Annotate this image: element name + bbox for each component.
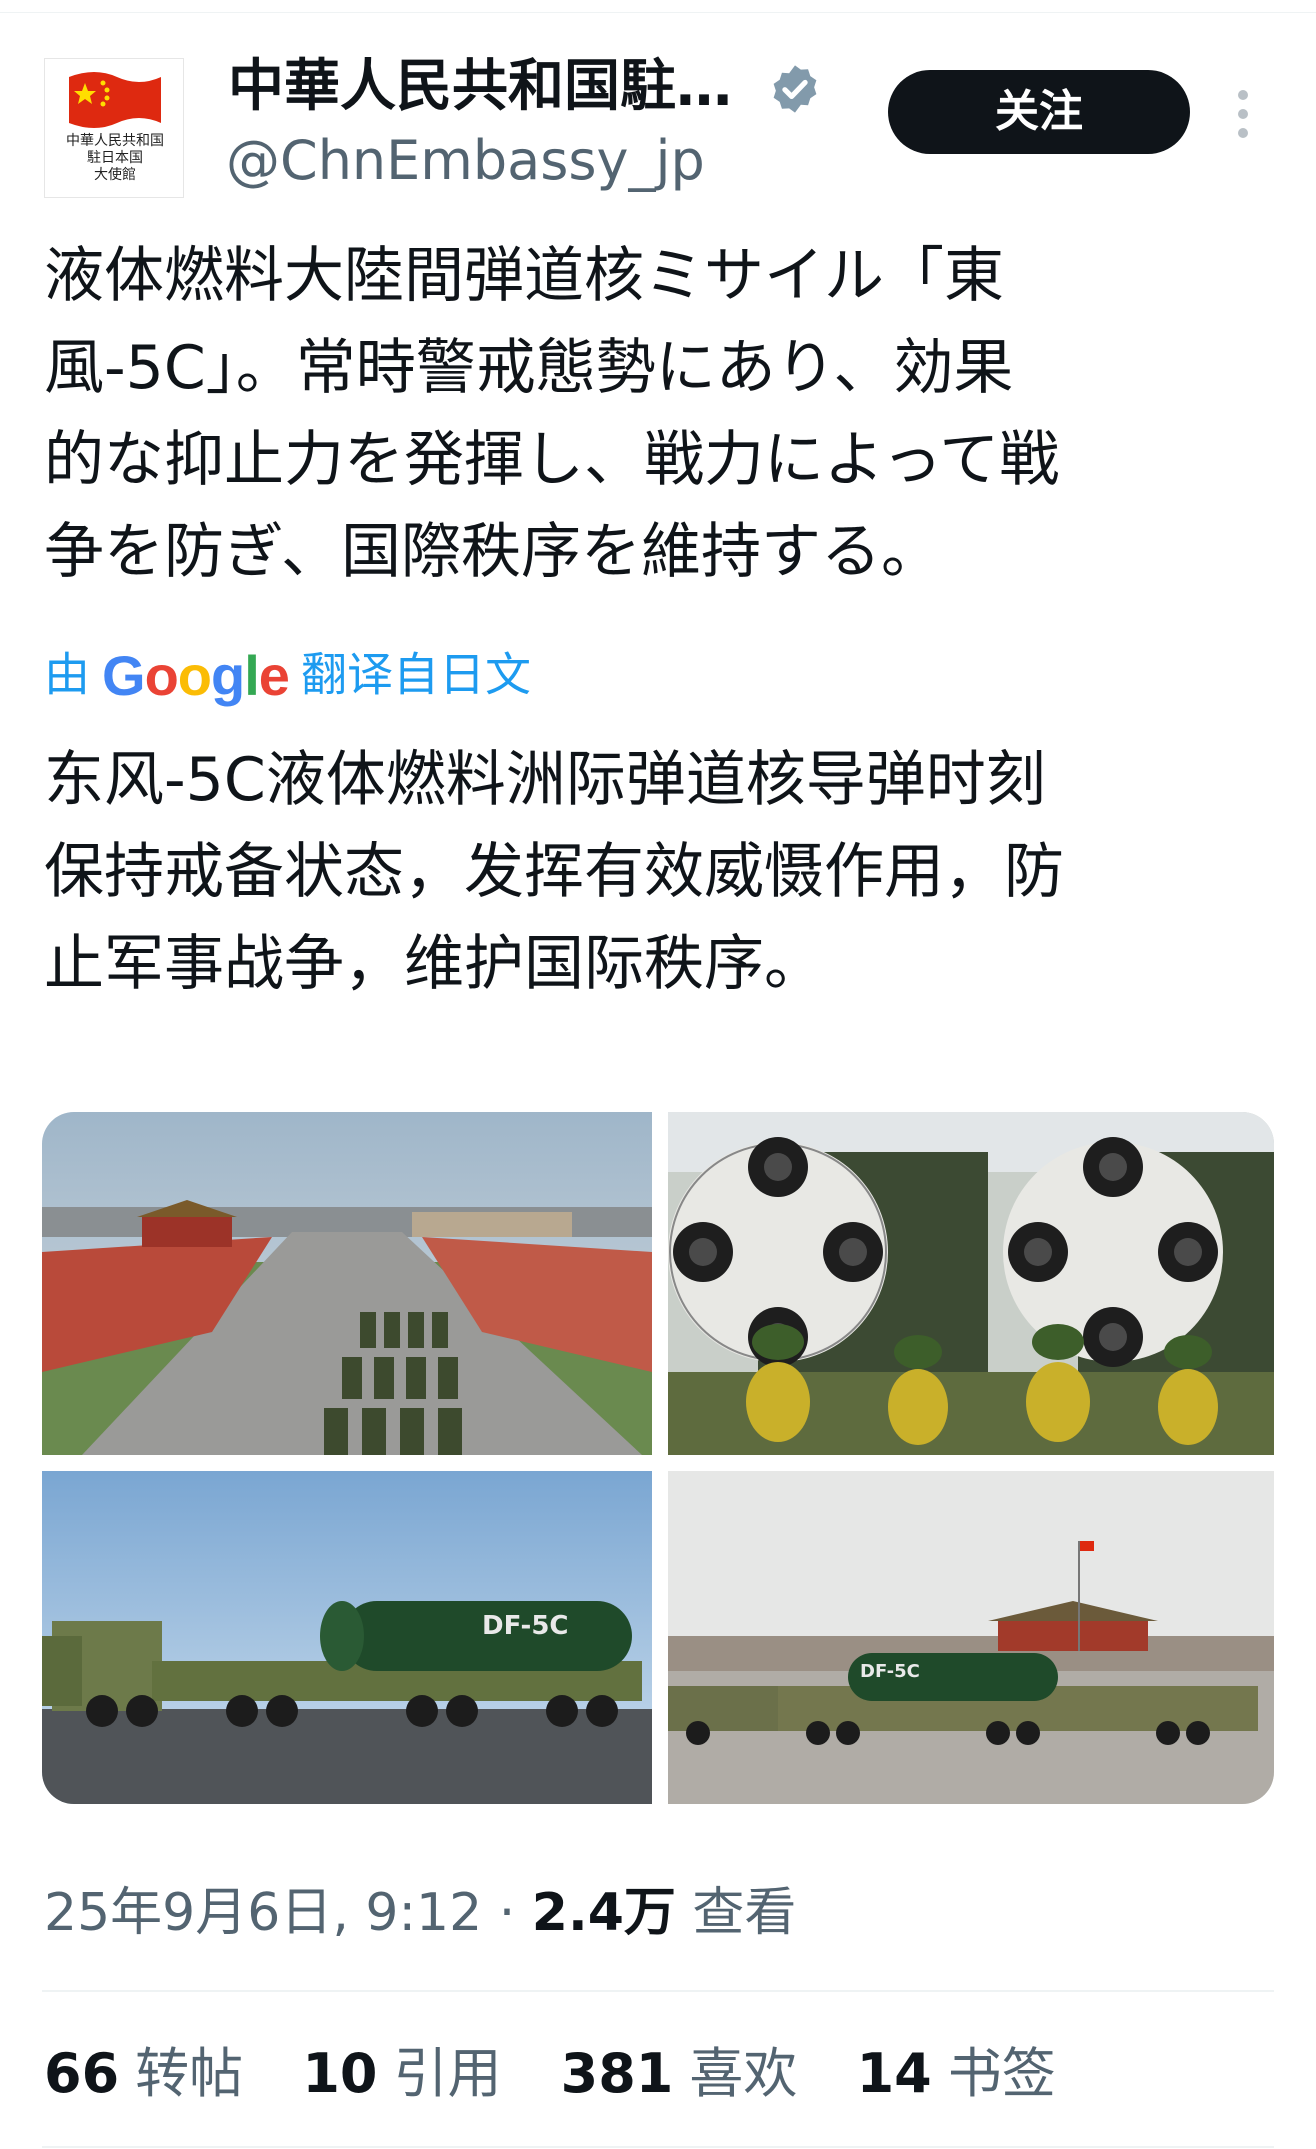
divider <box>42 1990 1274 1992</box>
meta-separator: · <box>498 1883 516 1943</box>
photo-df5c-square[interactable]: DF-5C <box>668 1471 1274 1804</box>
reposts-count: 66 <box>44 2042 120 2105</box>
reposts-stat[interactable]: 66 转帖 <box>44 2042 243 2105</box>
likes-label: 喜欢 <box>689 2042 798 2105</box>
more-vertical-icon[interactable] <box>1238 90 1252 147</box>
tweet-text-line: 風-5C」。常時警戒態勢にあり、効果 <box>44 333 1014 403</box>
translation-attribution[interactable]: 由 Google 翻译自日文 <box>44 636 531 708</box>
photo-missile-nozzles[interactable] <box>668 1112 1274 1455</box>
more-dot <box>1238 128 1248 138</box>
quotes-stat[interactable]: 10 引用 <box>302 2042 501 2105</box>
timestamp[interactable]: 25年9月6日, 9:12 <box>44 1883 482 1943</box>
top-divider <box>0 0 1316 13</box>
avatar[interactable]: 中華人民共和国 駐日本国 大使館 <box>44 58 184 198</box>
translate-suffix: 翻译自日文 <box>300 647 531 702</box>
translated-text-line: 东风-5C液体燃料洲际弹道核导弹时刻 <box>44 745 1046 815</box>
reposts-label: 转帖 <box>135 2042 244 2105</box>
missile-nozzles-image <box>668 1112 1274 1455</box>
avatar-caption-line: 駐日本国 <box>87 150 143 166</box>
translated-text: 东风-5C液体燃料洲际弹道核导弹时刻 保持戒备状态，发挥有效威慑作用，防 止军事… <box>44 734 1284 1010</box>
author-display-name[interactable]: 中華人民共和国駐… <box>228 52 732 122</box>
bookmarks-count: 14 <box>856 2042 932 2105</box>
follow-button[interactable]: 关注 <box>888 70 1190 154</box>
df5c-label: DF-5C <box>482 1611 569 1641</box>
translated-text-line: 止军事战争，维护国际秩序。 <box>44 929 824 999</box>
tweet-text-line: 争を防ぎ、国際秩序を維持する。 <box>44 517 941 587</box>
quotes-label: 引用 <box>393 2042 502 2105</box>
photo-df5c-side[interactable]: DF-5C <box>42 1471 652 1804</box>
avatar-caption-line: 大使館 <box>94 167 136 183</box>
avatar-caption-line: 中華人民共和国 <box>66 133 164 149</box>
df5c-square-image <box>668 1471 1274 1804</box>
quotes-count: 10 <box>302 2042 378 2105</box>
likes-stat[interactable]: 381 喜欢 <box>561 2042 798 2105</box>
china-flag-icon <box>69 72 161 128</box>
views-label: 查看 <box>692 1883 797 1943</box>
media-grid: DF-5C DF-5C <box>42 1112 1274 1804</box>
df5c-label: DF-5C <box>860 1661 920 1682</box>
tweet-text-line: 的な抑止力を発揮し、戦力によって戦 <box>44 425 1060 495</box>
translated-text-line: 保持戒备状态，发挥有效威慑作用，防 <box>44 837 1064 907</box>
google-logo: Google <box>102 644 290 708</box>
avatar-caption: 中華人民共和国 駐日本国 大使館 <box>45 133 185 184</box>
translate-prefix: 由 <box>44 647 90 702</box>
verified-badge-icon <box>773 65 817 113</box>
parade-avenue-image <box>42 1112 652 1455</box>
bookmarks-label: 书签 <box>947 2042 1056 2105</box>
likes-count: 381 <box>560 2042 674 2105</box>
divider <box>42 2146 1274 2148</box>
bookmarks-stat[interactable]: 14 书签 <box>857 2042 1056 2105</box>
tweet-meta: 25年9月6日, 9:12 · 2.4万 查看 <box>44 1878 796 1948</box>
more-dot <box>1238 109 1248 119</box>
views-count: 2.4万 <box>531 1883 676 1943</box>
engagement-stats: 66 转帖 10 引用 381 喜欢 14 书签 <box>44 2038 1098 2110</box>
tweet-text: 液体燃料大陸間弾道核ミサイル「東 風-5C」。常時警戒態勢にあり、効果 的な抑止… <box>44 230 1284 598</box>
more-dot <box>1238 90 1248 100</box>
photo-parade-avenue[interactable] <box>42 1112 652 1455</box>
tweet-text-line: 液体燃料大陸間弾道核ミサイル「東 <box>44 241 1004 311</box>
author-handle[interactable]: @ChnEmbassy_jp <box>226 128 705 194</box>
